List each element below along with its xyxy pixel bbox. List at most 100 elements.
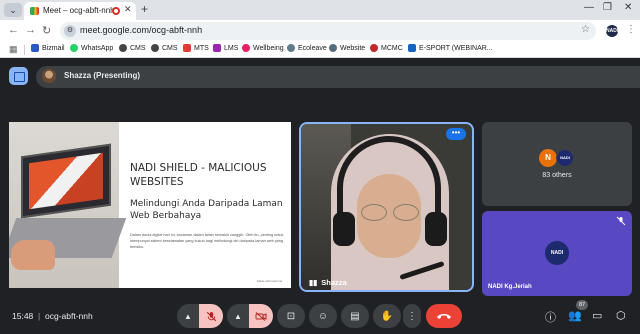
reload-icon[interactable]: ↻ — [42, 24, 51, 37]
separator: | — [38, 311, 41, 321]
ecoleave-icon — [287, 44, 295, 52]
audio-settings-button[interactable]: ▲ — [177, 304, 199, 328]
captions-icon: ▤ — [350, 310, 360, 322]
leave-call-button[interactable] — [426, 304, 462, 328]
close-window-icon[interactable]: ✕ — [624, 2, 632, 13]
back-icon[interactable]: ← — [8, 24, 19, 36]
lms-icon — [213, 44, 221, 52]
bookmark-mts[interactable]: MTS — [183, 44, 209, 52]
presenting-banner[interactable]: Shazza (Presenting) — [36, 66, 640, 88]
browser-toolbar: ← → ↻ ⚙ meet.google.com/ocg-abft-nnh ☆ N… — [0, 20, 640, 42]
others-count-label: 83 others — [542, 172, 572, 179]
side-panel-toggle-icon[interactable] — [9, 67, 28, 85]
mic-off-icon — [616, 216, 626, 226]
slide-footer: Made with Gamma — [257, 279, 283, 283]
laptop-photo — [9, 122, 127, 288]
chevron-up-icon: ▲ — [184, 311, 192, 321]
speaker-name: Shazza — [321, 278, 347, 287]
browser-menu-icon[interactable]: ⋮ — [626, 24, 636, 35]
meeting-details-icon[interactable]: ⓘ — [545, 309, 556, 325]
bookmark-whatsapp[interactable]: WhatsApp — [70, 44, 113, 52]
bookmark-wellbeing[interactable]: Wellbeing — [242, 44, 284, 52]
more-vert-icon: ⋮ — [407, 310, 417, 322]
maximize-icon[interactable]: ❐ — [603, 2, 612, 13]
bookmark-ecoleave[interactable]: Ecoleave — [287, 44, 327, 52]
tab-title: Meet – ocg-abft-nnh — [43, 6, 115, 15]
mic-off-icon — [206, 311, 216, 321]
bookmark-esport[interactable]: E-SPORT (WEBINAR... — [408, 44, 493, 52]
nadi-logo: NADI — [545, 241, 569, 265]
presenter-avatar — [42, 69, 56, 83]
site-info-icon[interactable]: ⚙ — [64, 25, 76, 37]
apps-grid-icon[interactable]: ▦ — [9, 45, 18, 54]
mts-icon — [183, 44, 191, 52]
close-tab-icon[interactable]: ✕ — [124, 4, 132, 15]
headset-earcup-right — [425, 212, 447, 246]
clock: 15:48 — [12, 311, 34, 321]
bookmark-bizmail[interactable]: Bizmail — [31, 44, 65, 52]
bookmark-cms-1[interactable]: CMS — [119, 44, 146, 52]
forward-icon[interactable]: → — [25, 24, 36, 36]
chat-icon[interactable]: ▭ — [592, 309, 602, 322]
camera-off-icon — [255, 311, 267, 321]
presenter-label: Shazza (Presenting) — [64, 71, 141, 80]
mcmc-icon — [370, 44, 378, 52]
nadi-extension-icon[interactable]: NADI — [606, 25, 618, 37]
hand — [11, 240, 55, 270]
emoji-icon: ☺ — [317, 310, 329, 322]
participant-avatar-nadi: NADI — [556, 149, 574, 167]
url-text[interactable]: meet.google.com/ocg-abft-nnh — [80, 25, 202, 35]
bizmail-icon — [31, 44, 39, 52]
raise-hand-icon: ✋ — [380, 310, 394, 322]
more-options-button[interactable]: ⋮ — [403, 304, 421, 328]
meet-control-bar: 15:48 | ocg-abft-nnh ▲ ▲ ⊡ ☺ ▤ ✋ ⋮ ⓘ 87 … — [0, 298, 640, 334]
video-settings-button[interactable]: ▲ — [227, 304, 249, 328]
others-tile[interactable]: N NADI 83 others — [482, 122, 632, 206]
globe-icon — [329, 44, 337, 52]
camera-toggle-button[interactable] — [249, 304, 273, 328]
speaker-tile[interactable]: ••• ▮▮ Shazza — [299, 122, 474, 292]
bookmark-website[interactable]: Website — [329, 44, 365, 52]
bookmark-star-icon[interactable]: ☆ — [581, 24, 590, 35]
address-bar[interactable]: ⚙ meet.google.com/ocg-abft-nnh ☆ — [60, 22, 596, 40]
cms-icon — [119, 44, 127, 52]
hang-up-icon — [437, 314, 451, 319]
mic-toggle-button[interactable] — [199, 304, 223, 328]
whatsapp-icon — [70, 44, 78, 52]
audio-bars-icon: ▮▮ — [309, 278, 318, 287]
present-screen-icon: ⊡ — [286, 310, 296, 322]
esport-icon — [408, 44, 416, 52]
slide-subtitle: Melindungi Anda Daripada Laman Web Berba… — [130, 199, 283, 221]
raise-hand-button[interactable]: ✋ — [373, 304, 401, 328]
bookmark-lms[interactable]: LMS — [213, 44, 238, 52]
minimize-icon[interactable]: — — [584, 2, 594, 13]
new-tab-button[interactable]: + — [141, 2, 148, 16]
tab-search-button[interactable]: ⌄ — [4, 3, 22, 17]
reactions-button[interactable]: ☺ — [309, 304, 337, 328]
bookmark-mcmc[interactable]: MCMC — [370, 44, 403, 52]
activities-icon[interactable]: ⬡ — [616, 309, 626, 322]
participant-avatar-n: N — [539, 149, 557, 167]
bookmark-cms-2[interactable]: CMS — [151, 44, 178, 52]
cms-icon — [151, 44, 159, 52]
people-icon[interactable]: 👥 — [568, 309, 582, 322]
present-screen-button[interactable]: ⊡ — [277, 304, 305, 328]
browser-tab[interactable]: Meet – ocg-abft-nnh ✕ — [24, 2, 136, 20]
wellbeing-icon — [242, 44, 250, 52]
meet-header: Shazza (Presenting) — [0, 58, 640, 98]
speaker-name-tag: ▮▮ Shazza — [309, 278, 347, 287]
meeting-code: ocg-abft-nnh — [45, 311, 93, 321]
slide-title: NADI SHIELD - MALICIOUS WEBSITES — [130, 162, 267, 188]
bookmark-divider — [24, 45, 25, 55]
chevron-up-icon: ▲ — [234, 311, 242, 321]
slide-body: Dalam dunia digital hari ini, ancaman da… — [130, 233, 284, 249]
participant-tile-nadi[interactable]: NADI NADI Kg.Jeriah — [482, 211, 632, 296]
laptop-screen — [21, 143, 111, 219]
recording-icon — [112, 7, 120, 15]
captions-button[interactable]: ▤ — [341, 304, 369, 328]
headset-earcup-left — [333, 212, 355, 246]
meet-favicon-icon — [30, 7, 39, 15]
bookmarks-bar: ▦ Bizmail WhatsApp CMS CMS MTS LMS Wellb… — [0, 42, 640, 58]
tile-more-options-icon[interactable]: ••• — [446, 128, 466, 140]
participant-name: NADI Kg.Jeriah — [488, 284, 532, 290]
